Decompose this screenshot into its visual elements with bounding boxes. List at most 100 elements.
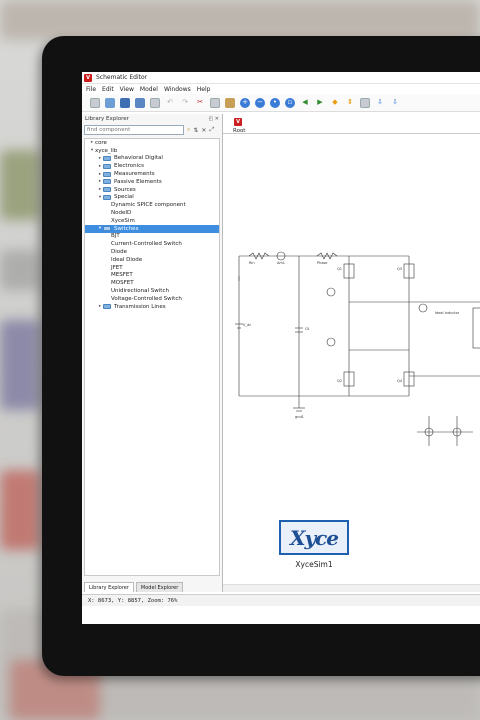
tree-item-label: Switches xyxy=(114,225,139,232)
tree-item-label: Transmission Lines xyxy=(114,303,166,310)
tree-item-label: NodeID xyxy=(111,210,132,217)
undo-icon[interactable]: ↶ xyxy=(165,98,175,108)
library-explorer-panel: Library Explorer ◰ ✕ ⌕ ⇅ ✕ ⤢ ▸core▾xyce_… xyxy=(82,114,223,592)
properties-icon[interactable] xyxy=(360,97,370,108)
tree-item[interactable]: Current-Controlled Switch xyxy=(85,240,219,248)
panel-title: Library Explorer ◰ ✕ xyxy=(82,114,222,124)
tree-item-label: Voltage-Controlled Switch xyxy=(111,295,182,302)
tree-item[interactable]: ▸ Measurements xyxy=(85,170,219,178)
tree-item[interactable]: BJT xyxy=(85,233,219,241)
tree-item[interactable]: Diode xyxy=(85,248,219,256)
tree-item[interactable]: ▸ Passive Elements xyxy=(85,178,219,186)
zoom-fit-icon[interactable]: • xyxy=(270,97,280,108)
tab-model-explorer[interactable]: Model Explorer xyxy=(135,582,184,592)
menu-model[interactable]: Model xyxy=(140,86,158,93)
title-bar: V Schematic Editor xyxy=(82,72,480,84)
save-as-icon[interactable] xyxy=(135,97,145,108)
schematic-canvas[interactable]: Rin Am1 Phase Cll gnd1 V_dc Ideal Induct… xyxy=(229,136,480,592)
search-row: ⌕ ⇅ ✕ ⤢ xyxy=(82,124,222,136)
xycesim-caption: XyceSim1 xyxy=(295,560,333,569)
label-q4: Q4 xyxy=(397,379,403,383)
copy-icon[interactable] xyxy=(210,97,220,108)
horizontal-scrollbar[interactable] xyxy=(223,584,480,592)
menu-bar: File Edit View Model Windows Help xyxy=(82,84,480,94)
zoom-out-icon[interactable]: − xyxy=(255,97,265,108)
tree-item[interactable]: XyceSim xyxy=(85,217,219,225)
tree-item[interactable]: ▸ Electronics xyxy=(85,162,219,170)
xycesim-component[interactable]: Xyce xyxy=(279,520,349,555)
expand-icon[interactable]: ⤢ xyxy=(209,126,214,134)
export-icon[interactable]: ⇩ xyxy=(390,98,400,108)
menu-windows[interactable]: Windows xyxy=(164,86,191,93)
status-bar: X: 8673, Y: 8857, Zoom: 76% xyxy=(82,594,480,606)
tree-item-label: xyce_lib xyxy=(95,147,118,154)
document-tab-bar: V Root xyxy=(223,114,480,134)
label-q1: Q1 xyxy=(337,267,342,271)
tree-item-label: Electronics xyxy=(114,163,144,170)
tree-item[interactable]: MESFET xyxy=(85,272,219,280)
tree-item[interactable]: Voltage-Controlled Switch xyxy=(85,295,219,303)
library-tree: ▸ core ▾ xyce_lib ▸ Behavioral Digital ▸ Electr… xyxy=(84,138,220,576)
search-input[interactable] xyxy=(84,125,184,135)
zoom-in-icon[interactable]: + xyxy=(240,97,250,108)
tree-item-label: core xyxy=(95,139,107,146)
menu-view[interactable]: View xyxy=(120,86,134,93)
schematic-canvas-area: V Root Rin Am1 Phase Cll gnd1 V_dc Ideal… xyxy=(223,114,480,592)
tab-library-explorer[interactable]: Library Explorer xyxy=(84,582,134,592)
print-icon[interactable] xyxy=(150,97,160,108)
menu-help[interactable]: Help xyxy=(197,86,211,93)
filter-icon[interactable]: ⌕ xyxy=(187,126,190,134)
open-icon[interactable] xyxy=(105,97,115,108)
folder-icon xyxy=(103,163,111,169)
tree-item-label: Passive Elements xyxy=(114,178,162,185)
import-icon[interactable]: ⇩ xyxy=(375,98,385,108)
folder-icon xyxy=(103,187,111,193)
tree-item[interactable]: ▾ Special xyxy=(85,194,219,202)
panel-float-close-icon[interactable]: ◰ ✕ xyxy=(208,116,219,122)
tree-item[interactable]: Unidirectional Switch xyxy=(85,287,219,295)
tree-item[interactable]: ▾ Switches xyxy=(85,224,219,233)
tree-item-label: Special xyxy=(114,194,134,201)
tree-item-label: Diode xyxy=(111,249,128,256)
menu-edit[interactable]: Edit xyxy=(102,86,114,93)
folder-icon xyxy=(103,171,111,177)
schematic-editor-window: V Schematic Editor File Edit View Model … xyxy=(82,72,480,624)
library-tabs: Library Explorer Model Explorer xyxy=(82,582,184,592)
tree-item-label: JFET xyxy=(111,264,123,271)
tree-item[interactable]: JFET xyxy=(85,264,219,272)
save-icon[interactable] xyxy=(120,97,130,108)
cut-icon[interactable]: ✂ xyxy=(195,98,205,108)
tree-item[interactable]: ▸ Behavioral Digital xyxy=(85,155,219,163)
label-c1: Cll xyxy=(305,327,309,331)
move-up-icon[interactable]: ◆ xyxy=(330,98,340,108)
tree-item[interactable]: ▸ Sources xyxy=(85,186,219,194)
schematic-tab-icon[interactable]: V xyxy=(234,118,242,126)
tree-item[interactable]: ▸ core xyxy=(85,139,219,147)
paste-icon[interactable] xyxy=(225,97,235,108)
zoom-region-icon[interactable]: ▫ xyxy=(285,97,295,108)
breadcrumb[interactable]: Root xyxy=(233,128,245,134)
tree-item[interactable]: ▸ Transmission Lines xyxy=(85,303,219,311)
go-back-icon[interactable]: ◀ xyxy=(300,98,310,108)
xyce-logo-text: Xyce xyxy=(289,525,339,550)
label-gnd: gnd1 xyxy=(295,415,304,419)
tree-item[interactable]: NodeID xyxy=(85,209,219,217)
clear-icon[interactable]: ✕ xyxy=(201,127,206,134)
tree-item[interactable]: Ideal Diode xyxy=(85,256,219,264)
tree-item-label: Unidirectional Switch xyxy=(111,288,169,295)
go-forward-icon[interactable]: ▶ xyxy=(315,98,325,108)
tree-item[interactable]: ▾ xyce_lib xyxy=(85,147,219,155)
tree-item-label: Behavioral Digital xyxy=(114,155,163,162)
move-down-icon[interactable]: ⇕ xyxy=(345,98,355,108)
main-toolbar: ↶ ↷ ✂ + − • ▫ ◀ ▶ ◆ ⇕ ⇩ ⇩ xyxy=(82,94,480,112)
redo-icon[interactable]: ↷ xyxy=(180,98,190,108)
folder-icon xyxy=(103,194,111,200)
new-icon[interactable] xyxy=(90,97,100,108)
menu-file[interactable]: File xyxy=(86,86,96,93)
tree-item[interactable]: MOSFET xyxy=(85,279,219,287)
tree-item-label: MOSFET xyxy=(111,280,134,287)
tree-item-label: Ideal Diode xyxy=(111,256,143,263)
sort-icon[interactable]: ⇅ xyxy=(193,127,198,134)
label-am1: Am1 xyxy=(277,261,285,265)
tree-item[interactable]: Dynamic SPICE component xyxy=(85,201,219,209)
